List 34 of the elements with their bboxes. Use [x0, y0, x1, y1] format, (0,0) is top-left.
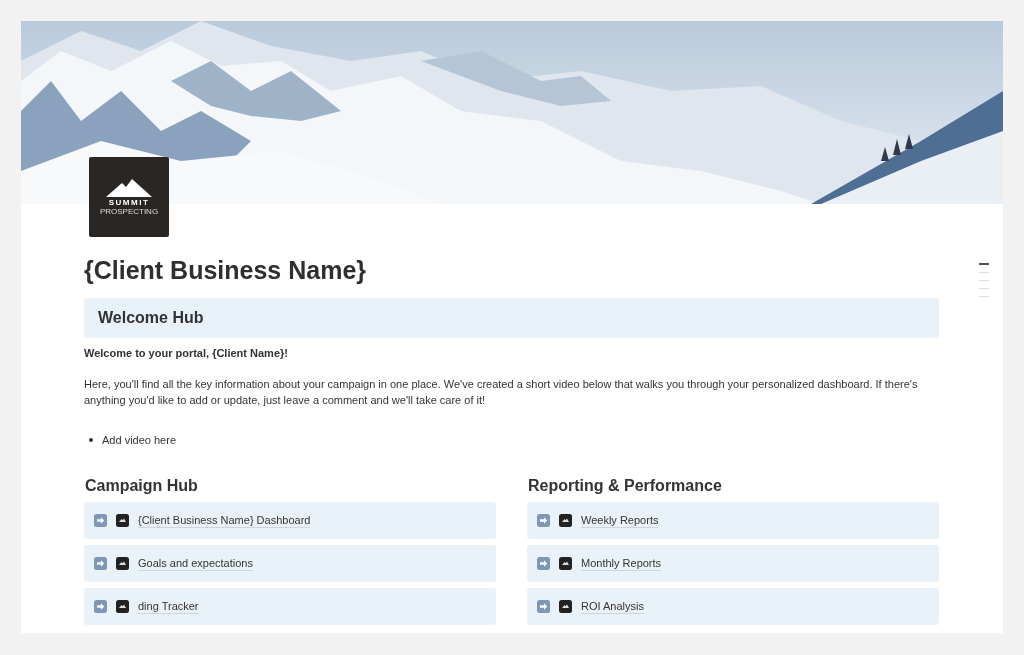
page-link[interactable]: Weekly Reports: [527, 502, 939, 539]
arrow-icon: [537, 514, 550, 527]
intro-paragraph: Here, you'll find all the key information about your campaign in one place. We've created a short video below that walks you through your personalized dashboard. If there's anything you'd like to add or update, just leave a comment and we'll take care of it!: [84, 377, 919, 408]
bullet-dot-icon: [89, 438, 93, 442]
logo-name: SUMMIT: [108, 197, 150, 207]
outline-mark[interactable]: [979, 263, 989, 265]
arrow-icon: [94, 557, 107, 570]
page-link[interactable]: Goals and expectations: [84, 545, 496, 582]
arrow-icon: [94, 600, 107, 613]
mountain-icon: [106, 178, 152, 197]
mountain-logo-icon: [559, 600, 572, 613]
bullet-item: Add video here: [102, 433, 176, 447]
page-link[interactable]: ding Tracker: [84, 588, 496, 625]
welcome-text: Welcome to your portal, {Client Name}!: [84, 346, 289, 361]
mountain-logo-icon: [116, 514, 129, 527]
outline-mark[interactable]: [979, 288, 989, 289]
page-link[interactable]: ROI Analysis: [527, 588, 939, 625]
mountain-logo-icon: [559, 557, 572, 570]
section-heading: Reporting & Performance: [528, 476, 723, 496]
page-link[interactable]: {Client Business Name} Dashboard: [84, 502, 496, 539]
page-title: {Client Business Name}: [84, 255, 368, 286]
outline-mark[interactable]: [979, 272, 989, 273]
outline-mark[interactable]: [979, 280, 989, 281]
mountain-logo-icon: [116, 557, 129, 570]
arrow-icon: [537, 600, 550, 613]
outline-mark[interactable]: [979, 296, 989, 297]
arrow-icon: [537, 557, 550, 570]
section-heading: Campaign Hub: [85, 476, 199, 496]
arrow-icon: [94, 514, 107, 527]
logo-tagline: PROSPECTING: [99, 206, 159, 216]
mountain-logo-icon: [116, 600, 129, 613]
callout-heading: Welcome Hub: [84, 298, 939, 338]
mountain-logo-icon: [559, 514, 572, 527]
page-link[interactable]: Monthly Reports: [527, 545, 939, 582]
